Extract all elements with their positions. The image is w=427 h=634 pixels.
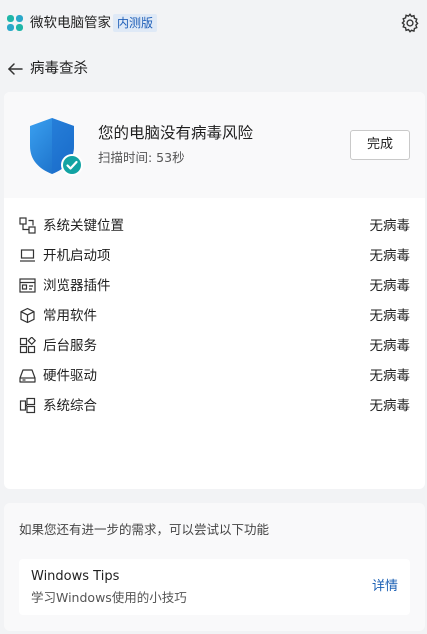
system-overview-icon <box>19 397 36 414</box>
status-label: 无病毒 <box>369 248 411 264</box>
status-label: 无病毒 <box>369 278 411 294</box>
system-key-location-icon <box>19 217 36 234</box>
list-item-label: 开机启动项 <box>43 248 111 264</box>
scan-item-background-services: 后台服务 无病毒 <box>4 334 425 358</box>
more-features-hint: 如果您还有进一步的需求，可以尝试以下功能 <box>19 522 270 537</box>
status-label: 无病毒 <box>369 308 411 324</box>
status-label: 无病毒 <box>369 398 411 414</box>
browser-extension-icon <box>19 278 36 293</box>
list-item-label: 后台服务 <box>43 338 97 354</box>
pc-manager-logo <box>7 15 23 31</box>
arrow-left-icon[interactable] <box>6 60 24 78</box>
page-title: 病毒查杀 <box>30 61 88 77</box>
app-title: 微软电脑管家 <box>30 15 111 31</box>
done-button[interactable]: 完成 <box>350 130 410 160</box>
status-label: 无病毒 <box>369 218 411 234</box>
scan-item-hardware-drivers: 硬件驱动 无病毒 <box>4 364 425 388</box>
list-item-label: 浏览器插件 <box>43 278 111 294</box>
package-box-icon <box>20 307 35 324</box>
more-features-card: 如果您还有进一步的需求，可以尝试以下功能 Windows Tips 学习Wind… <box>4 503 425 631</box>
status-label: 无病毒 <box>369 368 411 384</box>
apps-grid-icon <box>19 337 36 354</box>
list-item-label: 系统关键位置 <box>43 218 124 234</box>
title-bar: 微软电脑管家 内测版 <box>0 0 427 46</box>
hard-drive-icon <box>19 369 36 383</box>
page-header: 病毒查杀 <box>0 56 200 82</box>
shield-check-icon <box>30 118 83 176</box>
list-item-label: 硬件驱动 <box>43 368 97 384</box>
result-title: 您的电脑没有病毒风险 <box>98 124 254 142</box>
scan-item-system-overview: 系统综合 无病毒 <box>4 394 425 418</box>
status-label: 无病毒 <box>369 338 411 354</box>
scan-item-startup: 开机启动项 无病毒 <box>4 244 425 268</box>
list-item-label: 常用软件 <box>43 308 97 324</box>
gear-icon[interactable] <box>399 12 421 34</box>
scan-result-card: 您的电脑没有病毒风险 扫描时间: 53秒 完成 系统关键位置 无病毒 开机启动项… <box>4 92 425 489</box>
scan-item-browser-extensions: 浏览器插件 无病毒 <box>4 274 425 298</box>
beta-badge: 内测版 <box>113 14 158 32</box>
laptop-icon <box>20 249 35 262</box>
result-summary: 您的电脑没有病毒风险 扫描时间: 53秒 完成 <box>4 92 425 198</box>
list-item-label: 系统综合 <box>43 398 97 414</box>
scan-item-common-software: 常用软件 无病毒 <box>4 304 425 328</box>
details-link[interactable]: 详情 <box>372 578 398 596</box>
scan-item-system-key-location: 系统关键位置 无病毒 <box>4 214 425 238</box>
windows-tips-card[interactable]: Windows Tips 学习Windows使用的小技巧 详情 <box>19 559 410 615</box>
tip-title: Windows Tips <box>31 569 120 584</box>
scan-time: 扫描时间: 53秒 <box>98 150 185 165</box>
tip-description: 学习Windows使用的小技巧 <box>31 590 187 605</box>
